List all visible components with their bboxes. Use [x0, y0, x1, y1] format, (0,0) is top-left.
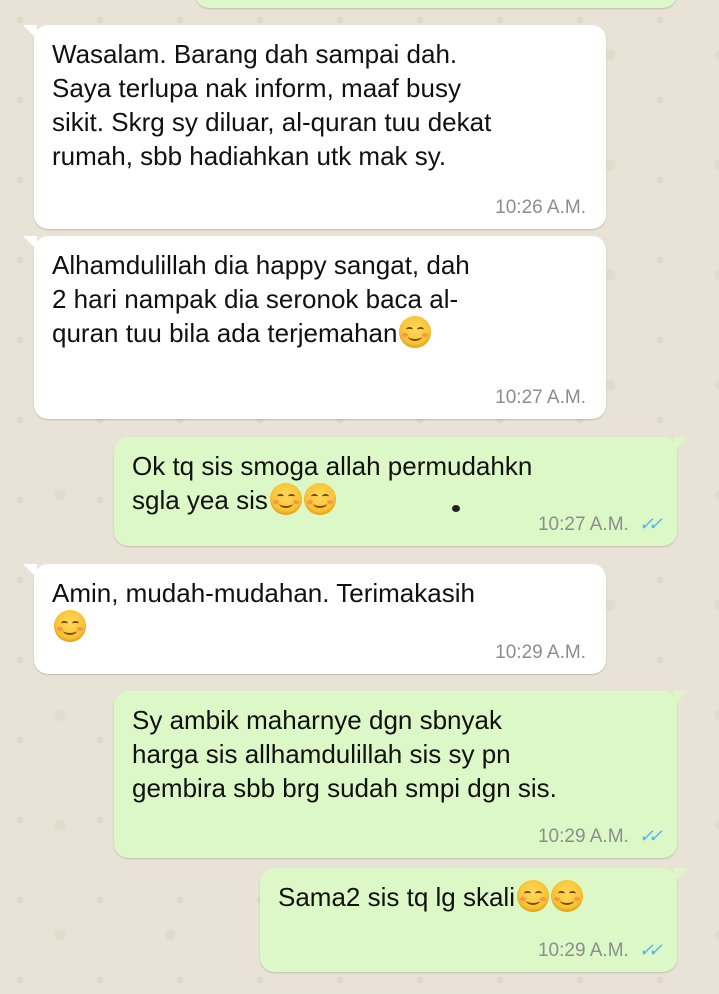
message-text: Amin, mudah-mudahan. Terimakasih: [52, 576, 475, 644]
relieved-face-icon: [269, 483, 302, 515]
message-bubble-outgoing[interactable]: Sama2 sis tq lg skali 10:29 A.M. ✓✓: [260, 868, 688, 972]
message-time: 10:27 A.M.: [495, 387, 586, 408]
message-text: Ok tq sis smoga allah permudahkn sgla ye…: [132, 451, 533, 515]
message-bubble-incoming[interactable]: Amin, mudah-mudahan. Terimakasih 10:29 A…: [23, 564, 606, 674]
message-text: Alhamdulillah dia happy sangat, dah 2 ha…: [52, 250, 470, 348]
relieved-face-icon: [516, 880, 549, 912]
message-bubble-outgoing[interactable]: Ok tq sis smoga allah permudahkn sgla ye…: [114, 437, 688, 546]
message-text: Wasalam. Barang dah sampai dah. Saya ter…: [52, 39, 492, 171]
message-time: 10:29 A.M.: [495, 642, 586, 663]
relieved-face-icon: [303, 483, 336, 515]
message-bubble-outgoing[interactable]: Sy ambik maharnye dgn sbnyak harga sis a…: [114, 691, 688, 858]
double-check-icon: ✓✓: [638, 940, 663, 960]
message-time: 10:26 A.M.: [495, 197, 586, 218]
message-bubble-incoming[interactable]: Wasalam. Barang dah sampai dah. Saya ter…: [23, 25, 606, 229]
smiling-face-icon: [399, 316, 432, 348]
double-check-icon: ✓✓: [638, 514, 663, 534]
message-time: 10:27 A.M. ✓✓: [537, 514, 663, 535]
message-time: 10:29 A.M. ✓✓: [537, 940, 663, 961]
relieved-face-icon: [550, 880, 583, 912]
message-time: 10:29 A.M. ✓✓: [537, 826, 663, 847]
smiling-face-icon: [54, 610, 86, 642]
message-bubble-partial[interactable]: [195, 0, 677, 8]
stray-dot: [452, 505, 460, 512]
message-bubble-incoming[interactable]: Alhamdulillah dia happy sangat, dah 2 ha…: [23, 236, 606, 419]
message-text: Sy ambik maharnye dgn sbnyak harga sis a…: [132, 705, 557, 803]
double-check-icon: ✓✓: [638, 826, 663, 846]
message-text: Sama2 sis tq lg skali: [278, 880, 583, 914]
